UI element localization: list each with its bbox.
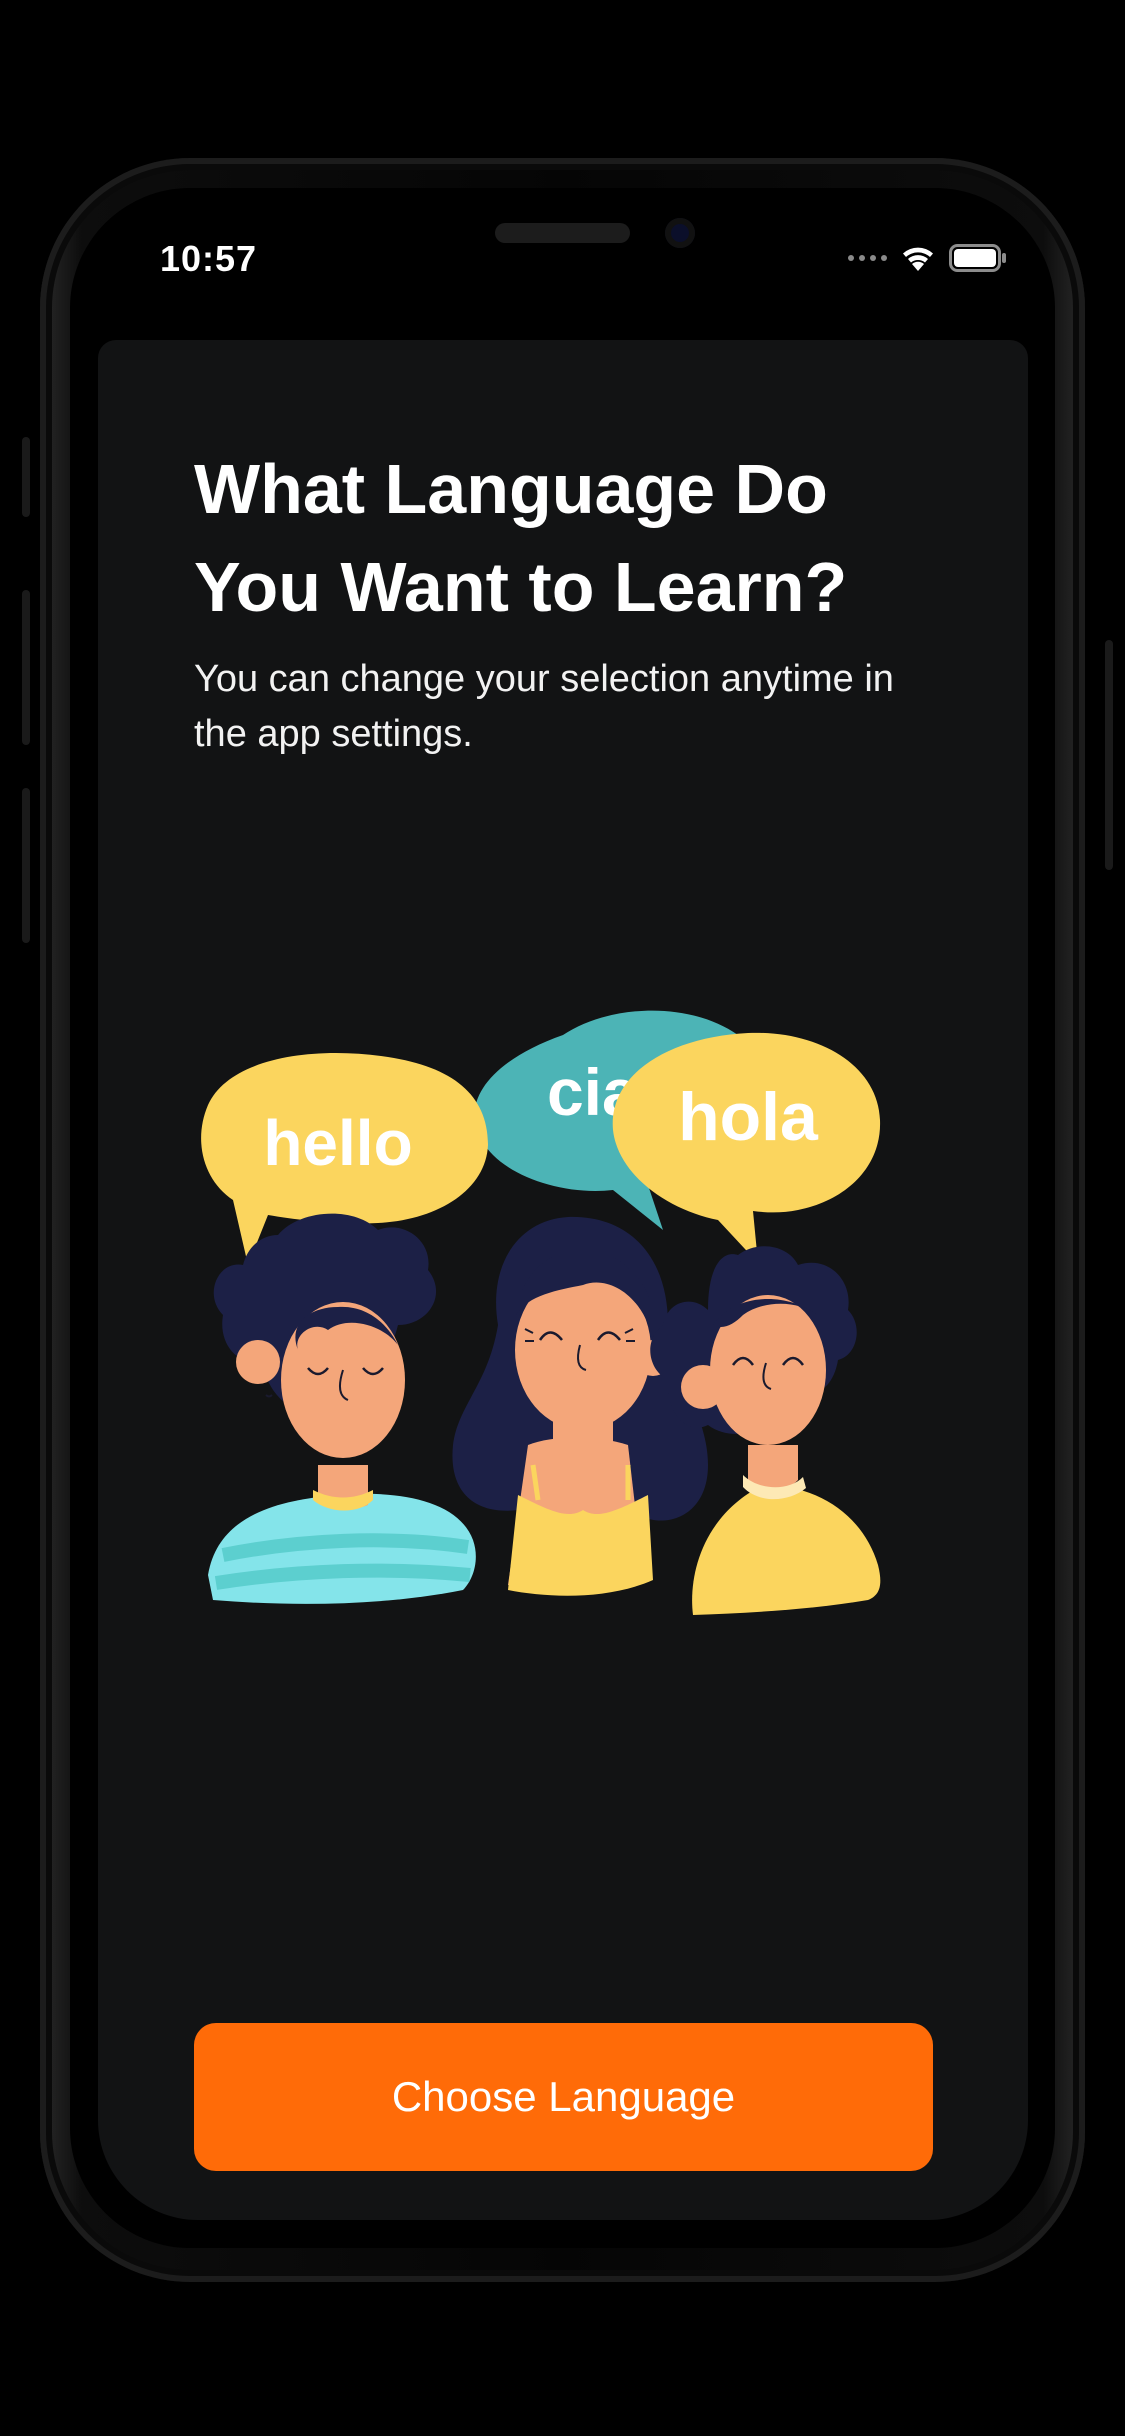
person-middle: [452, 1216, 708, 1596]
cellular-signal-icon: [848, 255, 887, 261]
page-subtitle: You can change your selection anytime in…: [194, 658, 894, 755]
volume-down-button: [22, 788, 30, 943]
bubble-text-hola: hola: [678, 1079, 819, 1155]
bubble-text-hello: hello: [263, 1107, 412, 1179]
front-camera: [665, 218, 695, 248]
phone-screen: 10:57 What Language Do You Want to Learn…: [70, 188, 1055, 2248]
status-icons: [848, 240, 1007, 276]
choose-language-button[interactable]: Choose Language: [194, 2023, 933, 2171]
status-time: 10:57: [160, 238, 258, 279]
speech-bubble-hola: hola: [612, 1032, 881, 1263]
volume-up-button: [22, 590, 30, 745]
person-left: [208, 1213, 476, 1604]
onboarding-card: What Language Do You Want to Learn? You …: [98, 340, 1028, 2220]
wifi-icon: [903, 247, 933, 271]
status-bar: 10:57: [70, 188, 1055, 328]
battery-icon: [949, 244, 1006, 272]
page-title: What Language Do You Want to Learn?: [194, 450, 848, 626]
earpiece-speaker: [495, 223, 630, 243]
mute-switch: [22, 437, 30, 517]
language-illustration: ciao hello hola: [201, 1010, 881, 1615]
device-mockup: 10:57 What Language Do You Want to Learn…: [0, 0, 1125, 2436]
power-button: [1105, 640, 1113, 870]
